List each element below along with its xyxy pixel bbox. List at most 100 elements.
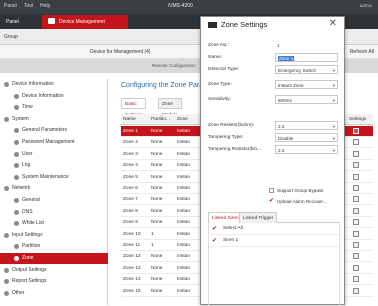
edit-icon[interactable] xyxy=(353,185,359,191)
checkmark-icon: ✔ xyxy=(212,226,218,232)
sidebar-item[interactable]: General xyxy=(0,195,108,206)
field-select[interactable]: Instant Zone ▾ xyxy=(275,80,338,89)
close-icon[interactable]: ✕ xyxy=(329,18,337,29)
name-input[interactable]: Zone 1 xyxy=(275,53,338,62)
field-select[interactable]: 500ms ▾ xyxy=(275,95,338,104)
sidebar-item[interactable]: Other xyxy=(0,288,108,299)
field-value-text: 1 xyxy=(277,43,280,48)
cell-zone: Instan xyxy=(177,288,191,294)
edit-icon[interactable] xyxy=(353,139,359,146)
edit-icon[interactable] xyxy=(353,230,359,237)
field-select[interactable]: Disable ▾ xyxy=(275,133,338,142)
cell-partition: None xyxy=(151,277,163,283)
sidebar-item[interactable]: User xyxy=(0,149,108,160)
sidebar-item[interactable]: System Maintenance xyxy=(0,172,108,183)
field-select[interactable]: 2.2 ▾ xyxy=(275,121,338,130)
cell-name: Zone 13 xyxy=(123,265,141,271)
sidebar-item[interactable]: General Parameters xyxy=(0,125,108,136)
sidebar-item-icon xyxy=(4,116,9,122)
col-zone[interactable]: Zone xyxy=(177,117,188,122)
sidebar-item[interactable]: Output Settings xyxy=(0,265,108,276)
sidebar-item[interactable]: Device Information xyxy=(0,79,108,90)
col-name[interactable]: Name xyxy=(123,117,136,122)
menu-help[interactable]: Help xyxy=(40,3,50,9)
cell-name: Zone 4 xyxy=(123,163,138,169)
cell-partition: None xyxy=(151,208,163,214)
sidebar-item-icon xyxy=(4,290,9,296)
edit-icon[interactable] xyxy=(353,173,359,180)
cell-name: Zone 7 xyxy=(123,197,138,203)
device-icon xyxy=(48,18,55,24)
sidebar-item[interactable]: Report Settings xyxy=(0,276,108,287)
edit-icon[interactable] xyxy=(353,128,359,134)
edit-icon[interactable] xyxy=(353,162,359,169)
list-item-label: Siren 1 xyxy=(223,238,239,243)
edit-icon[interactable] xyxy=(353,150,359,157)
edit-icon[interactable] xyxy=(353,207,359,214)
tab-zone-module[interactable]: Zone Module xyxy=(158,98,182,118)
sidebar-item[interactable]: Partition xyxy=(0,241,108,252)
refresh-all-button[interactable]: Refresh All xyxy=(350,49,374,55)
edit-icon[interactable] xyxy=(353,253,359,260)
sidebar-item-label: System Maintenance xyxy=(22,173,69,180)
sidebar-item[interactable]: Input Settings xyxy=(0,230,108,241)
sidebar-item[interactable]: Network xyxy=(0,183,108,194)
edit-icon[interactable] xyxy=(353,196,359,203)
field-label: Tampering Type: xyxy=(208,135,244,140)
tab-linked-trigger[interactable]: Linked Trigger xyxy=(239,212,278,223)
field-row: Zone Type: Instant Zone ▾ xyxy=(208,80,340,90)
tab-device-management[interactable]: Device Management xyxy=(42,15,128,29)
sidebar-item[interactable]: Time xyxy=(0,102,108,113)
cell-partition: 1 xyxy=(151,231,154,237)
menu-panel[interactable]: Panel xyxy=(4,3,17,9)
field-label: Zone Resistor(kohm): xyxy=(208,123,255,128)
field-select[interactable]: Emergency Switch ▾ xyxy=(275,65,338,74)
menu-tool[interactable]: Tool xyxy=(24,3,33,9)
col-settings[interactable]: Settings xyxy=(349,117,366,122)
cell-zone: Instan xyxy=(177,140,191,146)
sidebar-item-label: DNS xyxy=(22,208,33,215)
sidebar-item-label: System xyxy=(12,115,29,122)
tab-panel[interactable]: Panel xyxy=(0,15,42,29)
list-item-siren-1[interactable]: ✔ Siren 1 xyxy=(209,235,339,247)
sidebar-item[interactable]: Password Management xyxy=(0,137,108,148)
cell-zone: Instan xyxy=(177,243,191,248)
field-label: Sensitivity: xyxy=(208,97,231,102)
sidebar-item-icon xyxy=(14,128,19,134)
tab-linked-siren[interactable]: Linked Siren xyxy=(208,212,243,223)
sidebar-item-label: Network xyxy=(12,185,31,192)
sidebar-item[interactable]: Zone xyxy=(0,253,108,264)
cell-zone: Instan xyxy=(177,129,191,134)
support-group-bypass-checkbox[interactable]: Support Group Bypass xyxy=(269,187,339,195)
sidebar-item[interactable]: Log xyxy=(0,160,108,171)
list-item-label: Select All xyxy=(223,226,243,231)
cell-zone: Instan xyxy=(177,208,191,214)
list-item-select-all[interactable]: ✔ Select All xyxy=(209,223,339,235)
sidebar-item[interactable]: Device Information xyxy=(0,91,108,102)
chevron-down-icon: ▾ xyxy=(332,148,335,153)
col-partition[interactable]: Partitio... xyxy=(151,117,170,122)
upload-alarm-recover-checkbox[interactable]: ✔ Upload Alarm Recover... xyxy=(269,198,339,206)
edit-icon[interactable] xyxy=(353,242,359,248)
cell-zone: Instan xyxy=(177,231,191,237)
sidebar-item[interactable]: DNS xyxy=(0,207,108,218)
sidebar-item-icon xyxy=(14,209,19,215)
edit-icon[interactable] xyxy=(353,287,359,294)
field-label: Name: xyxy=(208,55,223,60)
sidebar-item-label: Password Management xyxy=(22,139,75,145)
sidebar-item[interactable]: System xyxy=(0,114,108,125)
edit-icon[interactable] xyxy=(353,264,359,271)
tab-basic-settings[interactable]: Basic Settings xyxy=(121,98,147,118)
sidebar-item-icon xyxy=(4,279,9,285)
sidebar-item-icon xyxy=(4,267,9,273)
sidebar-item[interactable]: White List xyxy=(0,218,108,229)
cell-name: Zone 5 xyxy=(123,174,138,180)
field-select[interactable]: 2.2 ▾ xyxy=(275,145,338,154)
edit-icon[interactable] xyxy=(353,276,359,283)
cell-partition: None xyxy=(151,265,163,271)
sidebar-item-label: Zone xyxy=(22,255,34,261)
config-sidebar: Device Information Device Information Time… xyxy=(0,79,108,305)
edit-icon[interactable] xyxy=(353,219,359,226)
field-row: Zone Resistor(kohm): 2.2 ▾ xyxy=(208,121,340,131)
cell-name: Zone 10 xyxy=(123,231,141,237)
